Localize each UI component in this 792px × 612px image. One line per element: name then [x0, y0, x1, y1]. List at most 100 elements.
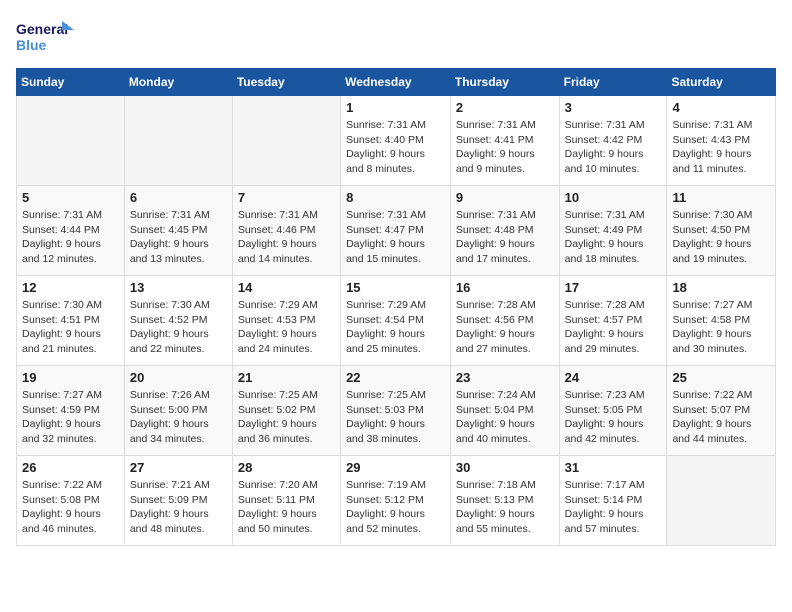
day-info: Sunrise: 7:21 AM Sunset: 5:09 PM Dayligh…	[130, 478, 227, 537]
day-number: 2	[456, 100, 554, 115]
calendar-cell: 8Sunrise: 7:31 AM Sunset: 4:47 PM Daylig…	[341, 186, 451, 276]
weekday-header-wednesday: Wednesday	[341, 69, 451, 96]
logo: GeneralBlue	[16, 16, 76, 56]
day-number: 30	[456, 460, 554, 475]
day-info: Sunrise: 7:31 AM Sunset: 4:44 PM Dayligh…	[22, 208, 119, 267]
day-number: 7	[238, 190, 335, 205]
calendar-cell: 27 Sunrise: 7:21 AM Sunset: 5:09 PM Dayli…	[124, 456, 232, 546]
day-info: Sunrise: 7:25 AM Sunset: 5:03 PM Dayligh…	[346, 388, 445, 447]
calendar-cell: 9 Sunrise: 7:31 AM Sunset: 4:48 PM Daylig…	[450, 186, 559, 276]
day-number: 21	[238, 370, 335, 385]
day-info: Sunrise: 7:31 AM Sunset: 4:45 PM Dayligh…	[130, 208, 227, 267]
day-info: Sunrise: 7:31 AM Sunset: 4:48 PM Dayligh…	[456, 208, 554, 267]
day-info: Sunrise: 7:31 AM Sunset: 4:49 PM Dayligh…	[565, 208, 662, 267]
day-number: 15	[346, 280, 445, 295]
calendar-cell: 3 Sunrise: 7:31 AM Sunset: 4:42 PM Daylig…	[559, 96, 667, 186]
week-row-3: 12 Sunrise: 7:30 AM Sunset: 4:51 PM Dayli…	[17, 276, 776, 366]
calendar-table: SundayMondayTuesdayWednesdayThursdayFrid…	[16, 68, 776, 546]
day-info: Sunrise: 7:31 AM Sunset: 4:40 PM Dayligh…	[346, 118, 445, 177]
day-info: Sunrise: 7:31 AM Sunset: 4:46 PM Dayligh…	[238, 208, 335, 267]
week-row-2: 5 Sunrise: 7:31 AM Sunset: 4:44 PM Daylig…	[17, 186, 776, 276]
calendar-cell: 16 Sunrise: 7:28 AM Sunset: 4:56 PM Dayli…	[450, 276, 559, 366]
day-number: 9	[456, 190, 554, 205]
calendar-cell	[17, 96, 125, 186]
day-number: 4	[672, 100, 770, 115]
day-info: Sunrise: 7:18 AM Sunset: 5:13 PM Dayligh…	[456, 478, 554, 537]
day-info: Sunrise: 7:28 AM Sunset: 4:56 PM Dayligh…	[456, 298, 554, 357]
day-number: 13	[130, 280, 227, 295]
weekday-header-monday: Monday	[124, 69, 232, 96]
weekday-header-thursday: Thursday	[450, 69, 559, 96]
day-number: 16	[456, 280, 554, 295]
day-number: 18	[672, 280, 770, 295]
calendar-cell: 2 Sunrise: 7:31 AM Sunset: 4:41 PM Daylig…	[450, 96, 559, 186]
day-number: 14	[238, 280, 335, 295]
day-info: Sunrise: 7:28 AM Sunset: 4:57 PM Dayligh…	[565, 298, 662, 357]
day-info: Sunrise: 7:30 AM Sunset: 4:50 PM Dayligh…	[672, 208, 770, 267]
day-number: 19	[22, 370, 119, 385]
calendar-cell: 12 Sunrise: 7:30 AM Sunset: 4:51 PM Dayli…	[17, 276, 125, 366]
day-number: 24	[565, 370, 662, 385]
calendar-cell: 30 Sunrise: 7:18 AM Sunset: 5:13 PM Dayli…	[450, 456, 559, 546]
calendar-cell: 17 Sunrise: 7:28 AM Sunset: 4:57 PM Dayli…	[559, 276, 667, 366]
calendar-cell: 10 Sunrise: 7:31 AM Sunset: 4:49 PM Dayli…	[559, 186, 667, 276]
day-info: Sunrise: 7:29 AM Sunset: 4:53 PM Dayligh…	[238, 298, 335, 357]
day-number: 25	[672, 370, 770, 385]
calendar-cell: 31Sunrise: 7:17 AM Sunset: 5:14 PM Dayli…	[559, 456, 667, 546]
calendar-cell: 26Sunrise: 7:22 AM Sunset: 5:08 PM Dayli…	[17, 456, 125, 546]
calendar-cell: 29Sunrise: 7:19 AM Sunset: 5:12 PM Dayli…	[341, 456, 451, 546]
calendar-cell: 28 Sunrise: 7:20 AM Sunset: 5:11 PM Dayli…	[232, 456, 340, 546]
day-number: 23	[456, 370, 554, 385]
day-info: Sunrise: 7:26 AM Sunset: 5:00 PM Dayligh…	[130, 388, 227, 447]
day-info: Sunrise: 7:20 AM Sunset: 5:11 PM Dayligh…	[238, 478, 335, 537]
calendar-cell	[667, 456, 776, 546]
calendar-cell	[124, 96, 232, 186]
weekday-header-row: SundayMondayTuesdayWednesdayThursdayFrid…	[17, 69, 776, 96]
day-number: 11	[672, 190, 770, 205]
weekday-header-tuesday: Tuesday	[232, 69, 340, 96]
day-info: Sunrise: 7:27 AM Sunset: 4:58 PM Dayligh…	[672, 298, 770, 357]
day-number: 6	[130, 190, 227, 205]
day-number: 27	[130, 460, 227, 475]
day-info: Sunrise: 7:24 AM Sunset: 5:04 PM Dayligh…	[456, 388, 554, 447]
day-info: Sunrise: 7:25 AM Sunset: 5:02 PM Dayligh…	[238, 388, 335, 447]
calendar-cell: 14 Sunrise: 7:29 AM Sunset: 4:53 PM Dayli…	[232, 276, 340, 366]
day-info: Sunrise: 7:31 AM Sunset: 4:42 PM Dayligh…	[565, 118, 662, 177]
day-info: Sunrise: 7:23 AM Sunset: 5:05 PM Dayligh…	[565, 388, 662, 447]
day-info: Sunrise: 7:27 AM Sunset: 4:59 PM Dayligh…	[22, 388, 119, 447]
calendar-cell: 18 Sunrise: 7:27 AM Sunset: 4:58 PM Dayli…	[667, 276, 776, 366]
day-number: 3	[565, 100, 662, 115]
day-number: 1	[346, 100, 445, 115]
day-info: Sunrise: 7:31 AM Sunset: 4:41 PM Dayligh…	[456, 118, 554, 177]
day-info: Sunrise: 7:30 AM Sunset: 4:51 PM Dayligh…	[22, 298, 119, 357]
calendar-cell	[232, 96, 340, 186]
calendar-cell: 6 Sunrise: 7:31 AM Sunset: 4:45 PM Daylig…	[124, 186, 232, 276]
day-number: 28	[238, 460, 335, 475]
svg-text:Blue: Blue	[16, 37, 47, 53]
calendar-cell: 13Sunrise: 7:30 AM Sunset: 4:52 PM Dayli…	[124, 276, 232, 366]
day-info: Sunrise: 7:31 AM Sunset: 4:43 PM Dayligh…	[672, 118, 770, 177]
calendar-cell: 5 Sunrise: 7:31 AM Sunset: 4:44 PM Daylig…	[17, 186, 125, 276]
calendar-cell: 1 Sunrise: 7:31 AM Sunset: 4:40 PM Daylig…	[341, 96, 451, 186]
day-number: 20	[130, 370, 227, 385]
calendar-cell: 19 Sunrise: 7:27 AM Sunset: 4:59 PM Dayli…	[17, 366, 125, 456]
day-number: 10	[565, 190, 662, 205]
day-info: Sunrise: 7:22 AM Sunset: 5:08 PM Dayligh…	[22, 478, 119, 537]
calendar-cell: 4 Sunrise: 7:31 AM Sunset: 4:43 PM Daylig…	[667, 96, 776, 186]
calendar-cell: 24 Sunrise: 7:23 AM Sunset: 5:05 PM Dayli…	[559, 366, 667, 456]
day-number: 12	[22, 280, 119, 295]
logo-svg: GeneralBlue	[16, 16, 76, 56]
day-info: Sunrise: 7:22 AM Sunset: 5:07 PM Dayligh…	[672, 388, 770, 447]
page-header: GeneralBlue	[16, 16, 776, 56]
day-number: 17	[565, 280, 662, 295]
calendar-cell: 15 Sunrise: 7:29 AM Sunset: 4:54 PM Dayli…	[341, 276, 451, 366]
day-info: Sunrise: 7:29 AM Sunset: 4:54 PM Dayligh…	[346, 298, 445, 357]
day-number: 22	[346, 370, 445, 385]
weekday-header-saturday: Saturday	[667, 69, 776, 96]
day-info: Sunrise: 7:31 AM Sunset: 4:47 PM Dayligh…	[346, 208, 445, 267]
day-number: 29	[346, 460, 445, 475]
day-number: 5	[22, 190, 119, 205]
calendar-cell: 7 Sunrise: 7:31 AM Sunset: 4:46 PM Daylig…	[232, 186, 340, 276]
calendar-cell: 20 Sunrise: 7:26 AM Sunset: 5:00 PM Dayli…	[124, 366, 232, 456]
calendar-cell: 23 Sunrise: 7:24 AM Sunset: 5:04 PM Dayli…	[450, 366, 559, 456]
